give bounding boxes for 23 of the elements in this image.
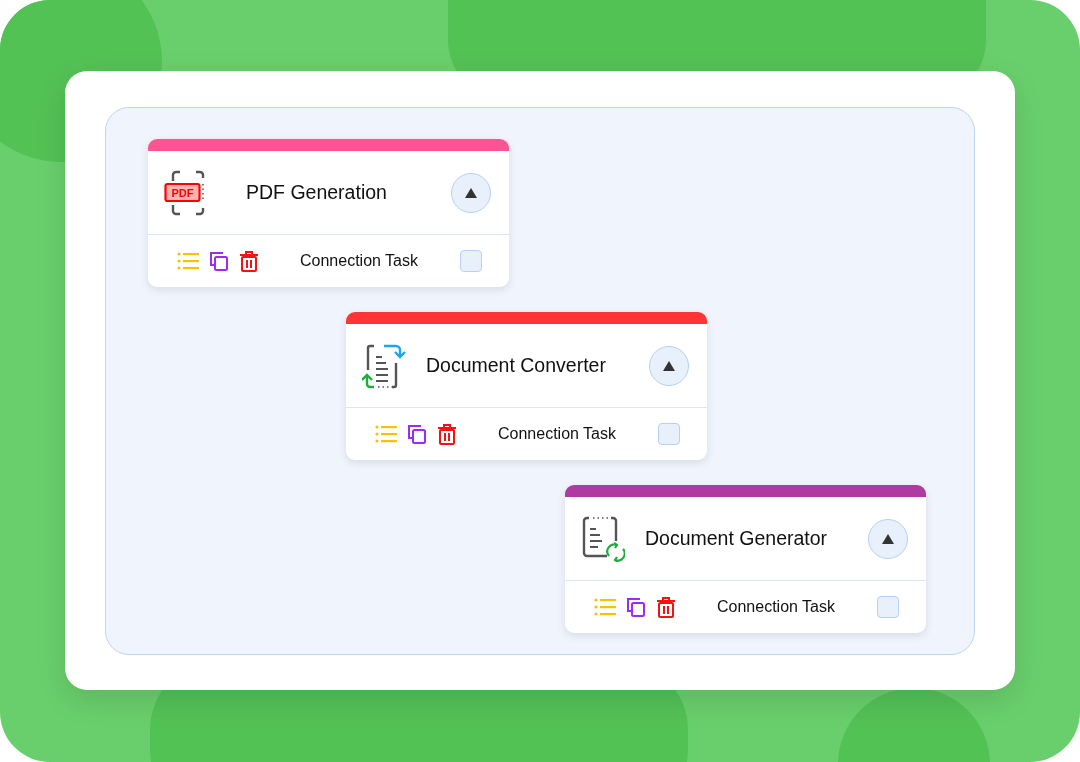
trash-icon[interactable] [239, 250, 259, 272]
collapse-button[interactable] [649, 345, 689, 386]
trash-icon[interactable] [437, 423, 457, 445]
trash-icon[interactable] [656, 596, 676, 618]
card-title: Document Converter [426, 354, 607, 377]
checkbox[interactable] [460, 250, 482, 272]
collapse-button[interactable] [868, 518, 908, 559]
connection-task-label: Connection Task [498, 425, 617, 443]
checkbox[interactable] [877, 596, 899, 618]
connection-task-label: Connection Task [300, 252, 419, 270]
copy-icon[interactable] [407, 424, 427, 444]
caret-up-icon [882, 533, 894, 544]
card-title: Document Generator [645, 527, 829, 550]
card-title: PDF Generation [246, 181, 388, 204]
checkbox[interactable] [658, 423, 680, 445]
caret-up-icon [663, 360, 675, 371]
caret-up-icon [465, 187, 477, 198]
document-refresh-icon [581, 515, 625, 562]
document-convert-icon [362, 342, 406, 389]
collapse-button[interactable] [451, 172, 491, 213]
copy-icon[interactable] [209, 251, 229, 271]
copy-icon[interactable] [626, 597, 646, 617]
connection-task-label: Connection Task [717, 598, 836, 616]
